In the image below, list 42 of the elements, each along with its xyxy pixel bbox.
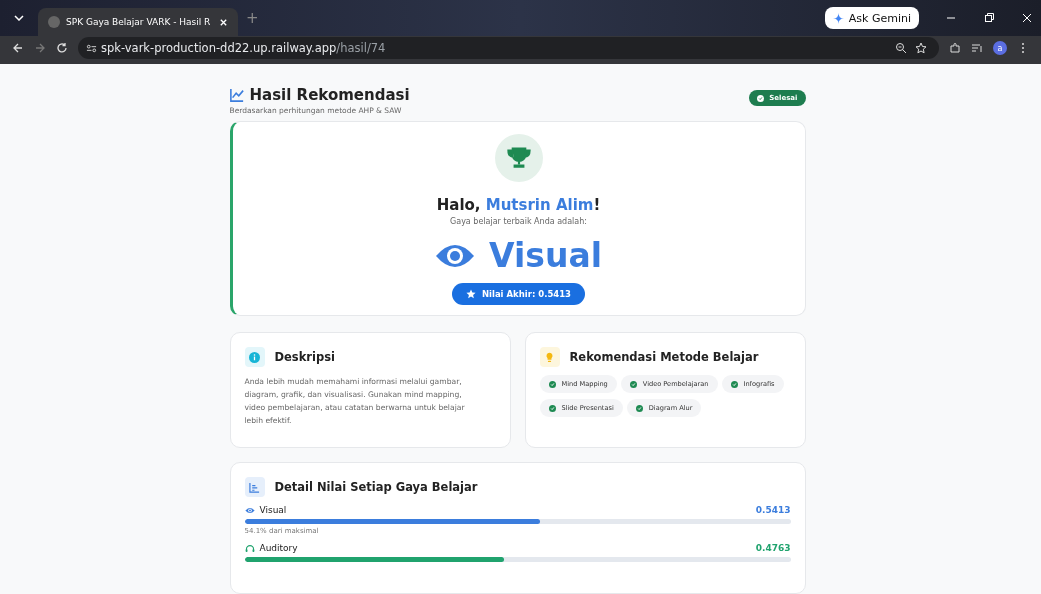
lightbulb-icon [539, 347, 560, 368]
profile-avatar[interactable]: a [993, 41, 1007, 55]
ask-gemini-button[interactable]: Ask Gemini [824, 7, 919, 29]
check-icon [635, 404, 643, 412]
zoom-icon[interactable] [895, 42, 907, 54]
back-icon[interactable] [12, 42, 24, 54]
browser-tab[interactable]: SPK Gaya Belajar VARK - Hasil R [38, 8, 238, 36]
site-settings-icon[interactable] [86, 42, 97, 54]
card-title: Deskripsi [274, 350, 335, 365]
check-icon [730, 380, 738, 388]
info-icon [244, 347, 265, 368]
close-icon[interactable] [219, 17, 228, 27]
line-chart-icon [229, 88, 244, 102]
style-name: Visual [259, 505, 287, 516]
style-score: 0.4763 [755, 543, 791, 554]
restore-icon[interactable] [983, 12, 995, 24]
greeting: Halo, Mutsrin Alim! [436, 196, 601, 214]
star-icon[interactable] [915, 42, 927, 54]
style-score: 0.5413 [755, 505, 791, 516]
style-name: Auditory [259, 543, 298, 554]
tab-list-icon[interactable] [14, 15, 24, 21]
reading-list-icon[interactable] [971, 42, 983, 54]
bar-chart-icon [244, 477, 265, 498]
trophy-icon [494, 134, 543, 182]
score-badge: Nilai Akhir: 0.5413 [451, 283, 586, 305]
check-icon [548, 404, 556, 412]
reload-icon[interactable] [56, 42, 68, 54]
card-title: Detail Nilai Setiap Gaya Belajar [274, 480, 478, 495]
result-lead: Gaya belajar terbaik Anda adalah: [450, 217, 587, 226]
check-icon [629, 380, 637, 388]
headphones-icon [244, 543, 255, 553]
forward-icon[interactable] [34, 42, 46, 54]
check-icon [548, 380, 556, 388]
page-title: Hasil Rekomendasi [249, 86, 410, 104]
card-title: Rekomendasi Metode Belajar [569, 350, 759, 365]
sparkle-icon [832, 12, 844, 24]
new-tab-button[interactable]: + [246, 9, 259, 27]
favicon-icon [48, 16, 60, 28]
eye-icon [244, 505, 255, 515]
close-icon[interactable] [1021, 12, 1033, 24]
learning-style: Visual [489, 236, 602, 275]
address-bar[interactable]: spk-vark-production-dd22.up.railway.app/hasil/74 [78, 37, 939, 59]
